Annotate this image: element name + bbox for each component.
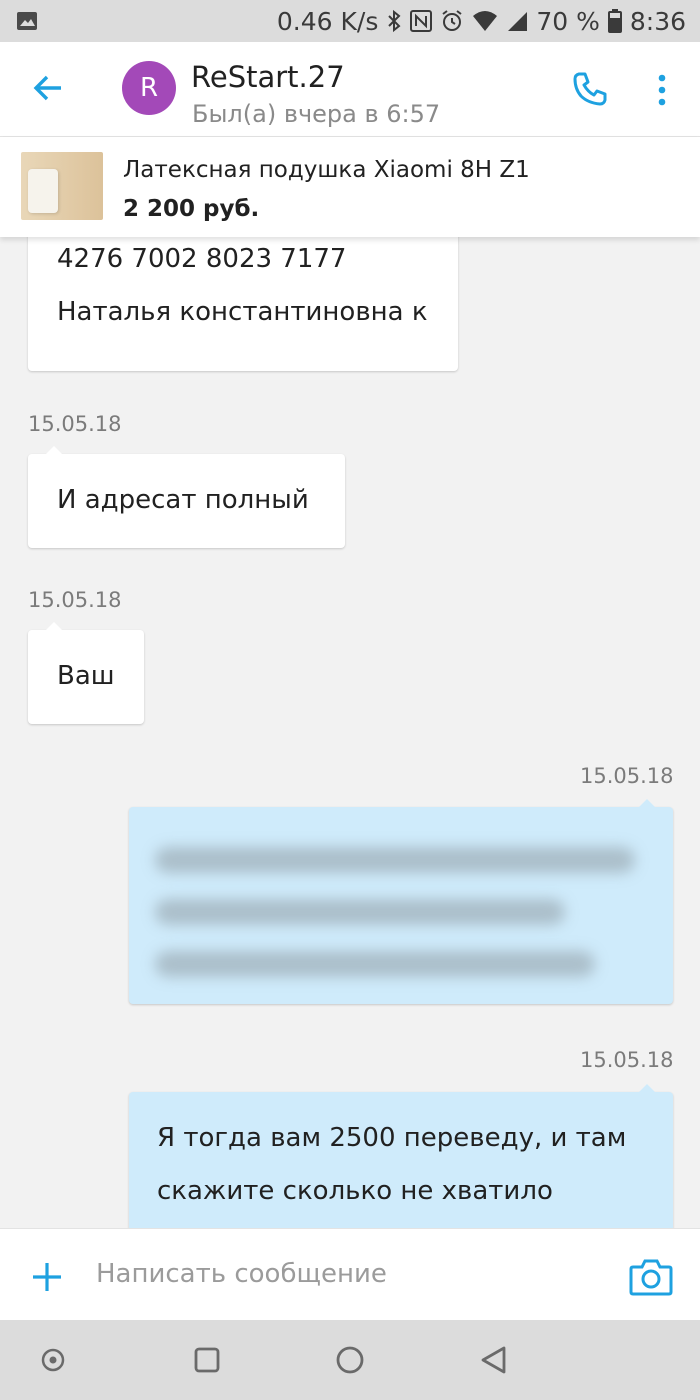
message-text: И адресат полный <box>57 485 309 515</box>
message-bubble-outgoing-blurred <box>129 799 673 1004</box>
message-date: 15.05.18 <box>28 412 122 436</box>
back-arrow-icon[interactable] <box>30 70 66 106</box>
clock: 8:36 <box>629 6 686 36</box>
more-vert-icon[interactable] <box>650 70 674 110</box>
message-date: 15.05.18 <box>580 764 674 788</box>
network-speed: 0.46 K/s <box>276 6 379 36</box>
product-name: Латексная подушка Xiaomi 8H Z1 <box>123 157 530 183</box>
nav-dot-icon[interactable] <box>37 1344 69 1376</box>
status-bar: 0.46 K/s 70 % 8:36 <box>0 0 700 42</box>
battery-icon <box>607 9 622 33</box>
message-bubble-incoming: 4276 7002 8023 7177 Наталья константинов… <box>28 237 458 371</box>
wifi-icon <box>472 10 498 32</box>
nav-back-triangle-icon[interactable] <box>478 1344 510 1376</box>
nfc-icon <box>410 10 433 32</box>
camera-icon[interactable] <box>629 1257 673 1297</box>
message-text: Наталья константиновна к <box>57 297 428 327</box>
nav-circle-icon[interactable] <box>334 1344 366 1376</box>
avatar[interactable]: R <box>122 61 176 115</box>
image-icon <box>16 11 38 31</box>
battery-percent: 70 % <box>536 6 600 36</box>
plus-icon[interactable] <box>30 1260 64 1294</box>
message-date: 15.05.18 <box>28 588 122 612</box>
message-date: 15.05.18 <box>580 1048 674 1072</box>
product-card[interactable]: Латексная подушка Xiaomi 8H Z1 2 200 руб… <box>0 137 700 237</box>
alarm-icon <box>440 9 464 33</box>
message-bubble-incoming: И адресат полный <box>28 446 345 548</box>
message-input[interactable]: Написать сообщение <box>96 1259 387 1289</box>
phone-icon[interactable] <box>570 69 610 109</box>
chat-header: R ReStart.27 Был(а) вчера в 6:57 <box>0 42 700 137</box>
message-text: Я тогда вам 2500 переведу, и там <box>157 1123 627 1153</box>
message-bubble-outgoing: Я тогда вам 2500 переведу, и там скажите… <box>129 1084 673 1228</box>
product-price: 2 200 руб. <box>123 196 260 222</box>
contact-name[interactable]: ReStart.27 <box>191 60 345 94</box>
message-text: скажите сколько не хватило <box>157 1176 553 1206</box>
last-seen: Был(а) вчера в 6:57 <box>192 100 441 128</box>
composer: Написать сообщение <box>0 1228 700 1321</box>
message-list: 4276 7002 8023 7177 Наталья константинов… <box>0 237 700 1228</box>
message-bubble-incoming: Ваш <box>28 622 144 724</box>
signal-icon <box>506 10 528 32</box>
system-nav-bar <box>0 1320 700 1400</box>
message-text: Ваш <box>57 661 115 691</box>
bluetooth-icon <box>386 9 402 33</box>
product-thumbnail <box>21 152 103 220</box>
nav-square-icon[interactable] <box>191 1344 223 1376</box>
status-right: 0.46 K/s 70 % 8:36 <box>277 6 686 36</box>
message-text: 4276 7002 8023 7177 <box>57 244 347 274</box>
